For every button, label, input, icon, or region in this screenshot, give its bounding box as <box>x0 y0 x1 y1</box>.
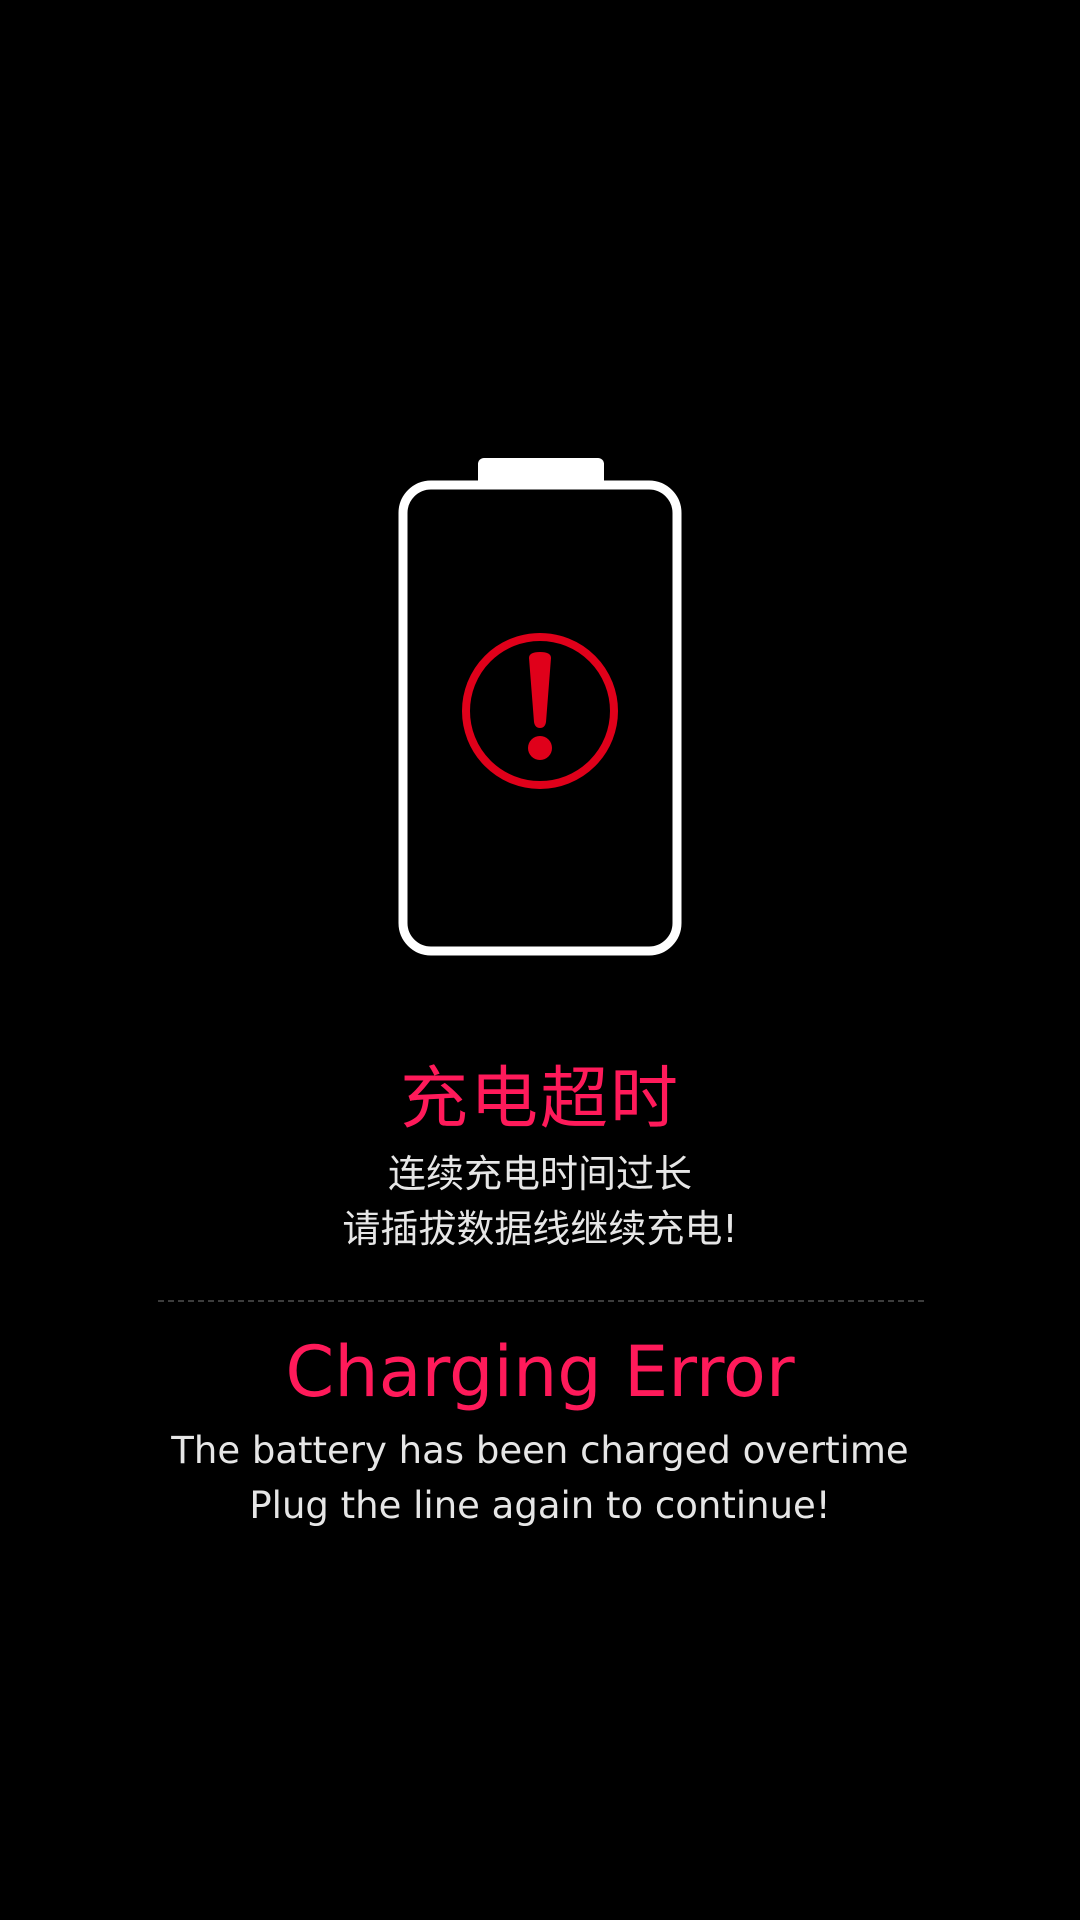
en-error-message-line-2: Plug the line again to continue! <box>249 1484 831 1527</box>
cn-error-title: 充电超时 <box>399 1060 680 1139</box>
dashed-divider <box>158 1300 924 1302</box>
en-error-title: Charging Error <box>285 1331 795 1413</box>
charging-error-screen: 充电超时 连续充电时间过长 请插拔数据线继续充电! Charging Error… <box>0 0 1080 1920</box>
exclamation-circle-icon <box>462 633 618 789</box>
battery-graphic <box>390 450 690 960</box>
cn-error-message-line-2: 请插拔数据线继续充电! <box>342 1207 738 1251</box>
cn-error-message-line-1: 连续充电时间过长 <box>387 1152 692 1196</box>
en-error-message-line-1: The battery has been charged overtime <box>171 1429 909 1472</box>
battery-outline-icon <box>398 458 682 956</box>
